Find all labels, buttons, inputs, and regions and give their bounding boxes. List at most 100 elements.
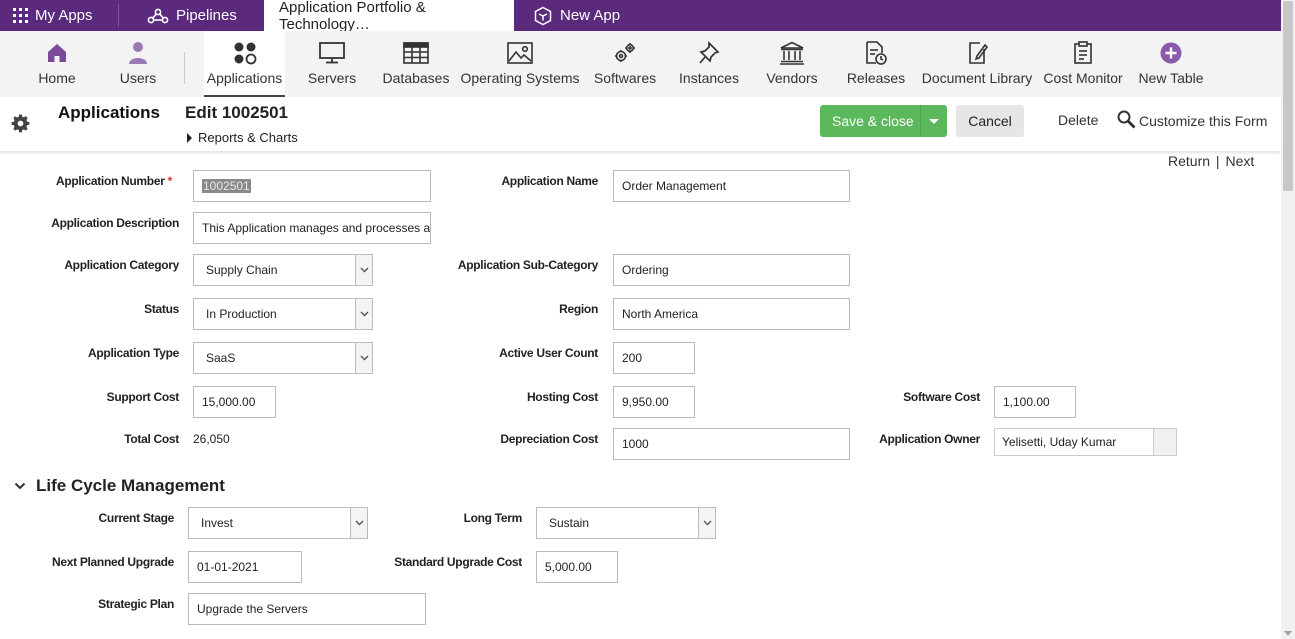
- nav-label-operating-systems: Operating Systems: [460, 70, 580, 86]
- application-number-label-text: Application Number: [55, 174, 165, 188]
- active-app-tab[interactable]: Application Portfolio & Technology…: [264, 0, 514, 33]
- next-planned-upgrade-field[interactable]: 01-01-2021: [188, 551, 302, 583]
- life-cycle-section-header[interactable]: Life Cycle Management: [14, 476, 225, 496]
- hosting-cost-field[interactable]: 9,950.00: [613, 386, 695, 418]
- region-field[interactable]: North America: [613, 298, 850, 330]
- support-cost-label: Support Cost: [106, 390, 180, 404]
- plus-circle-icon: [1160, 40, 1182, 66]
- nav-label-vendors: Vendors: [766, 70, 818, 86]
- long-term-select[interactable]: Sustain: [536, 507, 716, 539]
- nav-item-softwares[interactable]: Softwares: [593, 31, 657, 97]
- reports-charts-toggle[interactable]: Reports & Charts: [187, 130, 298, 145]
- pipelines-tab[interactable]: Pipelines: [147, 0, 237, 31]
- nav-item-operating-systems[interactable]: Operating Systems: [460, 31, 580, 97]
- record-title: Edit 1002501: [185, 103, 289, 122]
- save-close-button[interactable]: Save & close: [820, 105, 947, 137]
- chevron-down-icon[interactable]: [355, 299, 372, 329]
- application-description-field[interactable]: This Application manages and processes a…: [193, 212, 431, 244]
- chevron-down-icon: [14, 482, 26, 490]
- customize-form-button[interactable]: Customize this Form: [1117, 110, 1267, 132]
- triangle-right-icon: [187, 132, 192, 143]
- current-stage-select[interactable]: Invest: [188, 507, 368, 539]
- region-label: Region: [559, 302, 598, 316]
- nav-item-cost-monitor[interactable]: Cost Monitor: [1043, 31, 1123, 97]
- active-app-label: Application Portfolio & Technology…: [279, 0, 426, 33]
- application-name-field[interactable]: Order Management: [613, 170, 850, 202]
- application-owner-label: Application Owner: [879, 432, 980, 446]
- delete-button[interactable]: Delete: [1058, 112, 1098, 128]
- new-app-label: New App: [560, 7, 621, 24]
- cancel-button[interactable]: Cancel: [956, 105, 1024, 137]
- home-icon: [46, 40, 68, 66]
- hosting-cost-label: Hosting Cost: [526, 390, 598, 404]
- active-user-count-field[interactable]: 200: [613, 342, 695, 374]
- page-title: Applications: [58, 103, 161, 122]
- nav-item-applications[interactable]: Applications: [204, 31, 285, 97]
- nav-label-releases: Releases: [846, 70, 906, 86]
- save-options-dropdown[interactable]: [920, 105, 947, 137]
- cube-icon: [533, 6, 553, 26]
- gear-icon[interactable]: [11, 114, 30, 138]
- my-apps-tab[interactable]: My Apps: [13, 0, 93, 31]
- status-select[interactable]: In Production: [193, 298, 373, 330]
- record-navigation: Return | Next: [1168, 153, 1254, 169]
- chevron-down-icon[interactable]: [350, 508, 367, 538]
- strategic-plan-field[interactable]: Upgrade the Servers: [188, 593, 426, 625]
- software-cost-field[interactable]: 1,100.00: [994, 386, 1076, 418]
- nav-label-softwares: Softwares: [593, 70, 657, 86]
- nav-item-document-library[interactable]: Document Library: [922, 31, 1032, 97]
- long-term-label: Long Term: [463, 511, 523, 525]
- nav-item-vendors[interactable]: Vendors: [766, 31, 818, 97]
- nav-item-users[interactable]: Users: [114, 31, 162, 97]
- nav-label-users: Users: [119, 70, 157, 86]
- applications-icon: [233, 40, 257, 66]
- vertical-scrollbar[interactable]: [1281, 0, 1295, 639]
- depreciation-cost-field[interactable]: 1000: [613, 428, 850, 460]
- new-app-tab[interactable]: New App: [533, 0, 620, 31]
- nav-label-home: Home: [38, 70, 76, 86]
- nav-item-new-table[interactable]: New Table: [1138, 31, 1204, 97]
- application-category-select[interactable]: Supply Chain: [193, 254, 373, 286]
- chevron-down-icon[interactable]: [698, 508, 715, 538]
- user-lookup-button[interactable]: [1153, 429, 1176, 455]
- next-link[interactable]: Next: [1225, 153, 1254, 169]
- table-icon: [403, 40, 429, 66]
- document-edit-icon: [966, 40, 988, 66]
- scroll-down-arrow-icon[interactable]: [1284, 631, 1292, 637]
- application-sub-category-field[interactable]: Ordering: [613, 254, 850, 286]
- monitor-icon: [319, 40, 345, 66]
- standard-upgrade-cost-field[interactable]: 5,000.00: [536, 551, 618, 583]
- total-cost-label: Total Cost: [124, 432, 179, 446]
- next-planned-upgrade-label: Next Planned Upgrade: [51, 555, 174, 569]
- nav-item-instances[interactable]: Instances: [679, 31, 739, 97]
- nav-label-databases: Databases: [382, 70, 450, 86]
- return-link[interactable]: Return: [1168, 153, 1210, 169]
- application-number-value: 1002501: [202, 179, 251, 193]
- scrollbar-thumb[interactable]: [1283, 1, 1293, 191]
- application-type-value: SaaS: [206, 351, 236, 365]
- application-number-field[interactable]: 1002501: [193, 170, 431, 202]
- reports-charts-label: Reports & Charts: [198, 130, 298, 145]
- nav-item-home[interactable]: Home: [30, 31, 84, 97]
- pin-icon: [698, 40, 720, 66]
- nav-item-databases[interactable]: Databases: [382, 31, 450, 97]
- nav-label-servers: Servers: [307, 70, 357, 86]
- nav-item-releases[interactable]: Releases: [846, 31, 906, 97]
- application-type-select[interactable]: SaaS: [193, 342, 373, 374]
- grid-icon: [13, 8, 28, 23]
- long-term-value: Sustain: [549, 516, 590, 530]
- chevron-down-icon[interactable]: [355, 343, 372, 373]
- top-app-bar: My Apps Pipelines Application Portfolio …: [0, 0, 1281, 33]
- application-owner-field[interactable]: Yelisetti, Uday Kumar: [994, 428, 1177, 456]
- chevron-down-icon[interactable]: [355, 255, 372, 285]
- standard-upgrade-cost-label: Standard Upgrade Cost: [394, 555, 522, 569]
- status-label: Status: [144, 302, 179, 316]
- total-cost-value: 26,050: [193, 432, 230, 446]
- application-category-value: Supply Chain: [206, 263, 278, 277]
- depreciation-cost-label: Depreciation Cost: [500, 432, 598, 446]
- application-category-label: Application Category: [64, 258, 179, 272]
- nav-item-servers[interactable]: Servers: [306, 31, 358, 97]
- support-cost-field[interactable]: 15,000.00: [193, 386, 276, 418]
- separator: |: [1215, 153, 1220, 169]
- required-marker: *: [167, 174, 173, 188]
